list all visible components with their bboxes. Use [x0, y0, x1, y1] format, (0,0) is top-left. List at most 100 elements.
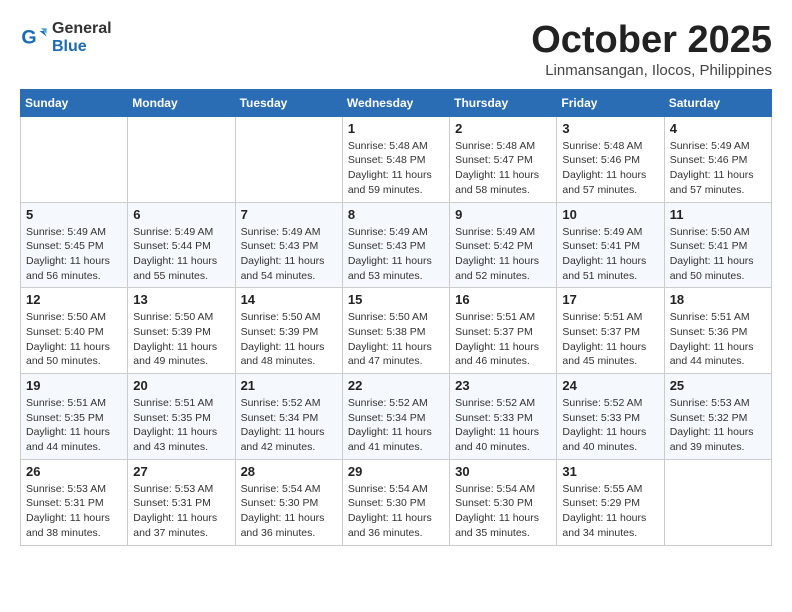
logo-text: General Blue — [52, 20, 112, 56]
day-number: 27 — [133, 464, 229, 479]
calendar-cell — [128, 116, 235, 202]
weekday-header-monday: Monday — [128, 89, 235, 116]
calendar-cell: 24 Sunrise: 5:52 AM Sunset: 5:33 PM Dayli… — [557, 374, 664, 460]
calendar-cell: 6 Sunrise: 5:49 AM Sunset: 5:44 PM Daylig… — [128, 202, 235, 288]
day-info: Sunrise: 5:50 AM Sunset: 5:41 PM Dayligh… — [670, 225, 766, 284]
day-number: 21 — [241, 378, 337, 393]
day-info: Sunrise: 5:52 AM Sunset: 5:33 PM Dayligh… — [562, 396, 658, 455]
calendar-cell — [235, 116, 342, 202]
calendar-cell: 16 Sunrise: 5:51 AM Sunset: 5:37 PM Dayli… — [450, 288, 557, 374]
day-info: Sunrise: 5:49 AM Sunset: 5:45 PM Dayligh… — [26, 225, 122, 284]
day-info: Sunrise: 5:51 AM Sunset: 5:37 PM Dayligh… — [455, 310, 551, 369]
day-info: Sunrise: 5:50 AM Sunset: 5:38 PM Dayligh… — [348, 310, 444, 369]
day-info: Sunrise: 5:49 AM Sunset: 5:44 PM Dayligh… — [133, 225, 229, 284]
day-info: Sunrise: 5:49 AM Sunset: 5:41 PM Dayligh… — [562, 225, 658, 284]
calendar-cell: 19 Sunrise: 5:51 AM Sunset: 5:35 PM Dayli… — [21, 374, 128, 460]
logo-blue-text: Blue — [52, 38, 112, 56]
day-number: 16 — [455, 292, 551, 307]
calendar-cell: 29 Sunrise: 5:54 AM Sunset: 5:30 PM Dayli… — [342, 459, 449, 545]
day-info: Sunrise: 5:51 AM Sunset: 5:35 PM Dayligh… — [133, 396, 229, 455]
weekday-header-sunday: Sunday — [21, 89, 128, 116]
calendar-cell — [664, 459, 771, 545]
calendar-cell: 30 Sunrise: 5:54 AM Sunset: 5:30 PM Dayli… — [450, 459, 557, 545]
weekday-header-tuesday: Tuesday — [235, 89, 342, 116]
day-number: 25 — [670, 378, 766, 393]
day-number: 1 — [348, 121, 444, 136]
day-number: 11 — [670, 207, 766, 222]
calendar-cell: 26 Sunrise: 5:53 AM Sunset: 5:31 PM Dayli… — [21, 459, 128, 545]
day-info: Sunrise: 5:49 AM Sunset: 5:43 PM Dayligh… — [348, 225, 444, 284]
day-info: Sunrise: 5:48 AM Sunset: 5:48 PM Dayligh… — [348, 139, 444, 198]
calendar-table: SundayMondayTuesdayWednesdayThursdayFrid… — [20, 89, 772, 546]
day-number: 20 — [133, 378, 229, 393]
calendar-cell: 18 Sunrise: 5:51 AM Sunset: 5:36 PM Dayli… — [664, 288, 771, 374]
day-number: 8 — [348, 207, 444, 222]
day-info: Sunrise: 5:50 AM Sunset: 5:39 PM Dayligh… — [133, 310, 229, 369]
weekday-header-thursday: Thursday — [450, 89, 557, 116]
title-block: October 2025 Linmansangan, Ilocos, Phili… — [531, 20, 772, 79]
day-number: 7 — [241, 207, 337, 222]
calendar-cell: 23 Sunrise: 5:52 AM Sunset: 5:33 PM Dayli… — [450, 374, 557, 460]
day-info: Sunrise: 5:48 AM Sunset: 5:47 PM Dayligh… — [455, 139, 551, 198]
month-title: October 2025 — [531, 20, 772, 62]
weekday-header-friday: Friday — [557, 89, 664, 116]
day-info: Sunrise: 5:51 AM Sunset: 5:36 PM Dayligh… — [670, 310, 766, 369]
day-info: Sunrise: 5:52 AM Sunset: 5:34 PM Dayligh… — [241, 396, 337, 455]
day-number: 4 — [670, 121, 766, 136]
day-number: 10 — [562, 207, 658, 222]
day-info: Sunrise: 5:49 AM Sunset: 5:42 PM Dayligh… — [455, 225, 551, 284]
day-info: Sunrise: 5:54 AM Sunset: 5:30 PM Dayligh… — [348, 482, 444, 541]
calendar-cell: 8 Sunrise: 5:49 AM Sunset: 5:43 PM Daylig… — [342, 202, 449, 288]
day-number: 19 — [26, 378, 122, 393]
calendar-cell: 1 Sunrise: 5:48 AM Sunset: 5:48 PM Daylig… — [342, 116, 449, 202]
day-info: Sunrise: 5:49 AM Sunset: 5:46 PM Dayligh… — [670, 139, 766, 198]
calendar-cell: 20 Sunrise: 5:51 AM Sunset: 5:35 PM Dayli… — [128, 374, 235, 460]
day-info: Sunrise: 5:54 AM Sunset: 5:30 PM Dayligh… — [455, 482, 551, 541]
logo-general-text: General — [52, 20, 112, 38]
calendar-week-row: 1 Sunrise: 5:48 AM Sunset: 5:48 PM Daylig… — [21, 116, 772, 202]
calendar-cell: 11 Sunrise: 5:50 AM Sunset: 5:41 PM Dayli… — [664, 202, 771, 288]
day-number: 18 — [670, 292, 766, 307]
day-number: 9 — [455, 207, 551, 222]
calendar-header-row: SundayMondayTuesdayWednesdayThursdayFrid… — [21, 89, 772, 116]
calendar-cell: 9 Sunrise: 5:49 AM Sunset: 5:42 PM Daylig… — [450, 202, 557, 288]
day-number: 26 — [26, 464, 122, 479]
location-text: Linmansangan, Ilocos, Philippines — [531, 62, 772, 79]
day-number: 30 — [455, 464, 551, 479]
day-number: 5 — [26, 207, 122, 222]
calendar-cell: 28Sunrise: 5:54 AM Sunset: 5:30 PM Dayli… — [235, 459, 342, 545]
calendar-cell: 12Sunrise: 5:50 AM Sunset: 5:40 PM Dayli… — [21, 288, 128, 374]
calendar-cell: 27 Sunrise: 5:53 AM Sunset: 5:31 PM Dayli… — [128, 459, 235, 545]
day-info: Sunrise: 5:52 AM Sunset: 5:33 PM Dayligh… — [455, 396, 551, 455]
day-info: Sunrise: 5:50 AM Sunset: 5:39 PM Dayligh… — [241, 310, 337, 369]
day-number: 6 — [133, 207, 229, 222]
day-info: Sunrise: 5:51 AM Sunset: 5:35 PM Dayligh… — [26, 396, 122, 455]
day-info: Sunrise: 5:52 AM Sunset: 5:34 PM Dayligh… — [348, 396, 444, 455]
calendar-cell: 2 Sunrise: 5:48 AM Sunset: 5:47 PM Daylig… — [450, 116, 557, 202]
day-number: 14 — [241, 292, 337, 307]
day-number: 24 — [562, 378, 658, 393]
day-number: 17 — [562, 292, 658, 307]
day-number: 13 — [133, 292, 229, 307]
calendar-cell: 17Sunrise: 5:51 AM Sunset: 5:37 PM Dayli… — [557, 288, 664, 374]
day-info: Sunrise: 5:53 AM Sunset: 5:31 PM Dayligh… — [26, 482, 122, 541]
day-number: 15 — [348, 292, 444, 307]
day-info: Sunrise: 5:53 AM Sunset: 5:31 PM Dayligh… — [133, 482, 229, 541]
calendar-cell: 3 Sunrise: 5:48 AM Sunset: 5:46 PM Daylig… — [557, 116, 664, 202]
day-info: Sunrise: 5:53 AM Sunset: 5:32 PM Dayligh… — [670, 396, 766, 455]
calendar-cell: 25 Sunrise: 5:53 AM Sunset: 5:32 PM Dayli… — [664, 374, 771, 460]
calendar-week-row: 19 Sunrise: 5:51 AM Sunset: 5:35 PM Dayli… — [21, 374, 772, 460]
day-number: 23 — [455, 378, 551, 393]
weekday-header-wednesday: Wednesday — [342, 89, 449, 116]
day-number: 28 — [241, 464, 337, 479]
calendar-cell: 4 Sunrise: 5:49 AM Sunset: 5:46 PM Daylig… — [664, 116, 771, 202]
calendar-cell: 22Sunrise: 5:52 AM Sunset: 5:34 PM Dayli… — [342, 374, 449, 460]
day-number: 3 — [562, 121, 658, 136]
calendar-cell: 13 Sunrise: 5:50 AM Sunset: 5:39 PM Dayli… — [128, 288, 235, 374]
day-number: 2 — [455, 121, 551, 136]
day-info: Sunrise: 5:48 AM Sunset: 5:46 PM Dayligh… — [562, 139, 658, 198]
svg-text:G: G — [21, 27, 36, 49]
calendar-week-row: 5 Sunrise: 5:49 AM Sunset: 5:45 PM Daylig… — [21, 202, 772, 288]
calendar-cell: 7Sunrise: 5:49 AM Sunset: 5:43 PM Daylig… — [235, 202, 342, 288]
day-number: 29 — [348, 464, 444, 479]
